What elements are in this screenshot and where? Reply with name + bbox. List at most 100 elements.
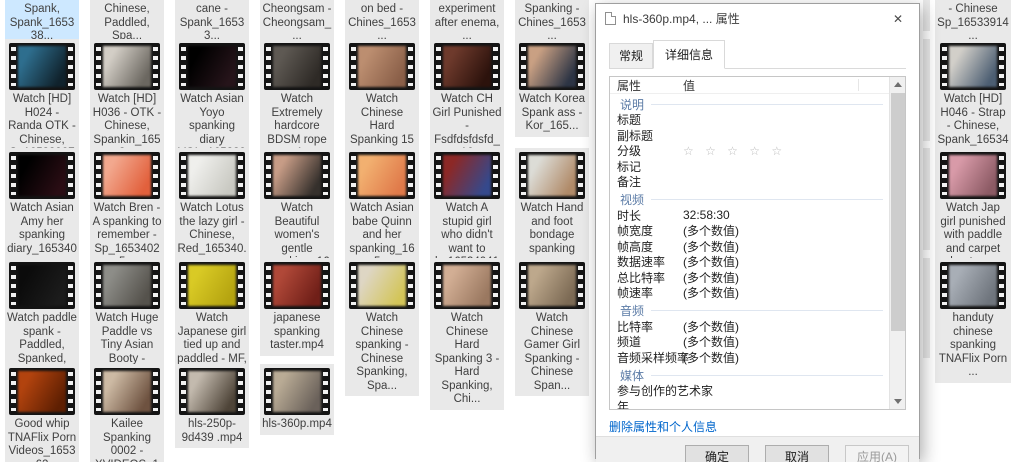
partially-hidden-item — [923, 148, 930, 250]
video-thumbnail-icon — [179, 368, 245, 415]
property-row[interactable]: 总比特率(多个数值) — [610, 270, 888, 286]
video-caption: experiment after enema, ... — [432, 3, 502, 44]
video-item[interactable]: Kailee Spanking 0002 - XVIDEOS_16534 926… — [90, 364, 164, 462]
video-item[interactable]: Watch Korea Spank ass - Kor_165... — [515, 39, 589, 137]
video-thumbnail-icon — [940, 152, 1006, 199]
video-item[interactable]: Watch Hand and foot bondage spanking pra… — [515, 148, 589, 273]
video-item[interactable]: Watch Bren - A spanking to remember - Sp… — [90, 148, 164, 273]
property-row[interactable]: 标题 — [610, 112, 888, 128]
scroll-down-icon[interactable] — [890, 394, 906, 409]
video-caption: Kailee Spanking 0002 - XVIDEOS_16534 926… — [92, 418, 162, 462]
video-caption: Spanking - Chines_1653... — [517, 3, 587, 44]
property-row[interactable]: 分级☆ ☆ ☆ ☆ ☆ — [610, 143, 888, 159]
property-row[interactable]: 音频采样频率(多个数值) — [610, 350, 888, 366]
video-item[interactable]: handuty chinese spanking TNAFlix Porn ..… — [935, 258, 1011, 383]
video-item[interactable]: Watch Extremely hardcore BDSM rope w_1..… — [260, 39, 334, 164]
video-caption: cane - Spank_16533... — [177, 3, 247, 44]
property-row[interactable]: 帧宽度(多个数值) — [610, 223, 888, 239]
video-caption: Watch Chinese Hard Spanking 3 - Hard Spa… — [432, 312, 502, 407]
property-row[interactable]: 副标题 — [610, 128, 888, 144]
video-item[interactable]: Watch Lotus the lazy girl - Chinese, Red… — [175, 148, 249, 273]
remove-properties-link[interactable]: 删除属性和个人信息 — [609, 420, 717, 434]
video-thumbnail-icon — [349, 262, 415, 309]
tab-general[interactable]: 常规 — [609, 43, 653, 69]
close-icon[interactable]: ✕ — [877, 4, 919, 33]
video-thumbnail-icon — [349, 152, 415, 199]
video-caption: Watch Korea Spank ass - Kor_165... — [517, 93, 587, 134]
video-caption: Cheongsam - Cheongsam_... — [262, 3, 332, 44]
list-header: 属性 值 — [610, 77, 905, 94]
video-caption: Good whip TNAFlix Porn Videos_165362 202… — [7, 418, 77, 462]
video-caption: Chinese, Paddled, Spa... — [92, 3, 162, 44]
section-header: 视频 — [610, 192, 888, 208]
video-thumbnail-icon — [434, 43, 500, 90]
apply-button: 应用(A) — [845, 445, 909, 462]
video-thumbnail-icon — [9, 152, 75, 199]
property-row[interactable]: 参与创作的艺术家 — [610, 383, 888, 399]
scroll-up-icon[interactable] — [890, 77, 906, 92]
video-caption: Spank, Spank_165338... — [7, 3, 77, 44]
video-item[interactable]: Watch Asian Amy her spanking diary_16534… — [5, 148, 79, 273]
partially-hidden-item — [923, 258, 930, 358]
video-thumbnail-icon — [179, 262, 245, 309]
property-list-panel: 属性 值 说明标题副标题分级☆ ☆ ☆ ☆ ☆标记备注视频时长32:58:30帧… — [609, 76, 906, 410]
property-row[interactable]: 数据速率(多个数值) — [610, 254, 888, 270]
scrollbar[interactable] — [889, 77, 905, 409]
video-item[interactable]: Watch Chinese Hard Spanking 3 - Hard Spa… — [430, 258, 504, 410]
section-header: 说明 — [610, 96, 888, 112]
video-item[interactable]: hls-250p-9d439 .mp4 — [175, 364, 249, 448]
column-header-value[interactable]: 值 — [683, 77, 905, 94]
partially-hidden-item — [923, 0, 930, 31]
video-thumbnail-icon — [434, 262, 500, 309]
video-item[interactable]: Watch Jap girl punished with paddle and … — [935, 148, 1011, 273]
video-caption: hls-360p.mp4 — [262, 418, 332, 432]
property-row[interactable]: 标记 — [610, 159, 888, 175]
partially-hidden-item — [923, 39, 930, 141]
video-thumbnail-icon — [264, 368, 330, 415]
video-thumbnail-icon — [9, 262, 75, 309]
video-thumbnail-icon — [94, 262, 160, 309]
property-row[interactable]: 比特率(多个数值) — [610, 319, 888, 335]
property-row[interactable]: 时长32:58:30 — [610, 208, 888, 224]
video-item[interactable]: hls-360p.mp4 — [260, 364, 334, 435]
video-caption: on bed - Chines_1653... — [347, 3, 417, 44]
video-thumbnail-icon — [179, 152, 245, 199]
video-thumbnail-icon — [519, 43, 585, 90]
video-item[interactable]: Watch Asian babe Quinn and her spanking_… — [345, 148, 419, 273]
video-caption: handuty chinese spanking TNAFlix Porn ..… — [937, 312, 1009, 380]
property-row[interactable]: 频道(多个数值) — [610, 334, 888, 350]
video-item[interactable]: japanese spanking taster.mp4 — [260, 258, 334, 356]
scrollbar-thumb[interactable] — [891, 93, 905, 331]
property-row[interactable]: 年 — [610, 399, 888, 411]
video-thumbnail-icon — [264, 262, 330, 309]
property-list: 说明标题副标题分级☆ ☆ ☆ ☆ ☆标记备注视频时长32:58:30帧宽度(多个… — [610, 94, 888, 409]
video-item[interactable]: Good whip TNAFlix Porn Videos_165362 202… — [5, 364, 79, 462]
video-thumbnail-icon — [519, 262, 585, 309]
tab-details[interactable]: 详细信息 — [653, 40, 725, 69]
video-item[interactable]: Watch [HD] H036 - OTK - Chinese, Spankin… — [90, 39, 164, 164]
video-thumbnail-icon — [94, 152, 160, 199]
video-thumbnail-icon — [349, 43, 415, 90]
tab-bar: 常规详细信息 — [596, 33, 919, 69]
section-header: 媒体 — [610, 367, 888, 383]
desktop-stage: Spank, Spank_165338...Watch [HD] H024 - … — [0, 0, 1024, 462]
video-caption: - Chinese Sp_16533914... — [937, 3, 1009, 44]
video-thumbnail-icon — [9, 43, 75, 90]
property-row[interactable]: 备注 — [610, 174, 888, 190]
video-caption: Watch Chinese Gamer Girl Spanking - Chin… — [517, 312, 587, 393]
dialog-titlebar[interactable]: hls-360p.mp4, ... 属性 ✕ — [596, 4, 919, 33]
video-thumbnail-icon — [94, 368, 160, 415]
video-caption: japanese spanking taster.mp4 — [262, 312, 332, 353]
video-thumbnail-icon — [264, 43, 330, 90]
video-item[interactable]: Watch Chinese spanking - Chinese Spankin… — [345, 258, 419, 396]
column-header-property[interactable]: 属性 — [610, 77, 683, 94]
property-row[interactable]: 帧高度(多个数值) — [610, 239, 888, 255]
video-item[interactable]: Watch [HD] H046 - Strap - Chinese, Spank… — [935, 39, 1011, 164]
property-row[interactable]: 帧速率(多个数值) — [610, 285, 888, 301]
cancel-button[interactable]: 取消 — [765, 445, 829, 462]
dialog-footer: 确定取消应用(A) — [596, 436, 919, 462]
video-item[interactable]: Watch Chinese Gamer Girl Spanking - Chin… — [515, 258, 589, 396]
video-file-icon — [605, 12, 616, 25]
video-thumbnail-icon — [940, 262, 1006, 309]
ok-button[interactable]: 确定 — [685, 445, 749, 462]
